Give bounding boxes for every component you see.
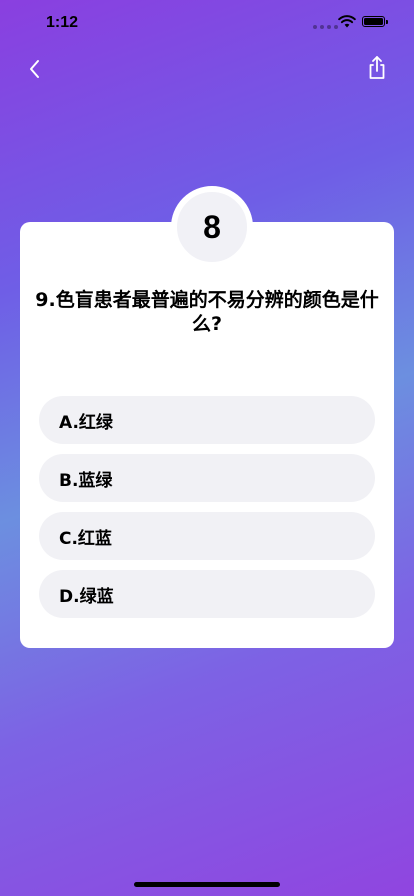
question-number-badge: 8: [171, 186, 253, 268]
option-a[interactable]: A.红绿: [39, 396, 375, 444]
option-c[interactable]: C.红蓝: [39, 512, 375, 560]
question-text: 9.色盲患者最普遍的不易分辨的颜色是什么?: [35, 289, 379, 335]
badge-number: 8: [203, 208, 221, 245]
share-icon: [369, 56, 385, 79]
chevron-left-icon: [30, 60, 39, 78]
option-b[interactable]: B.蓝绿: [39, 454, 375, 502]
option-label: D.绿蓝: [59, 586, 114, 607]
answer-options: A.红绿 B.蓝绿 C.红蓝 D.绿蓝: [39, 396, 375, 628]
battery-icon: [362, 16, 388, 27]
home-indicator[interactable]: [134, 882, 280, 887]
back-button[interactable]: [22, 56, 48, 82]
cellular-signal-icon: [313, 25, 338, 29]
status-time: 1:12: [46, 14, 79, 31]
share-button[interactable]: [364, 54, 390, 82]
status-bar: 1:12: [0, 0, 414, 46]
wifi-icon: [338, 15, 356, 28]
option-label: A.红绿: [59, 412, 113, 433]
option-label: B.蓝绿: [59, 470, 113, 491]
option-d[interactable]: D.绿蓝: [39, 570, 375, 618]
option-label: C.红蓝: [59, 528, 112, 549]
